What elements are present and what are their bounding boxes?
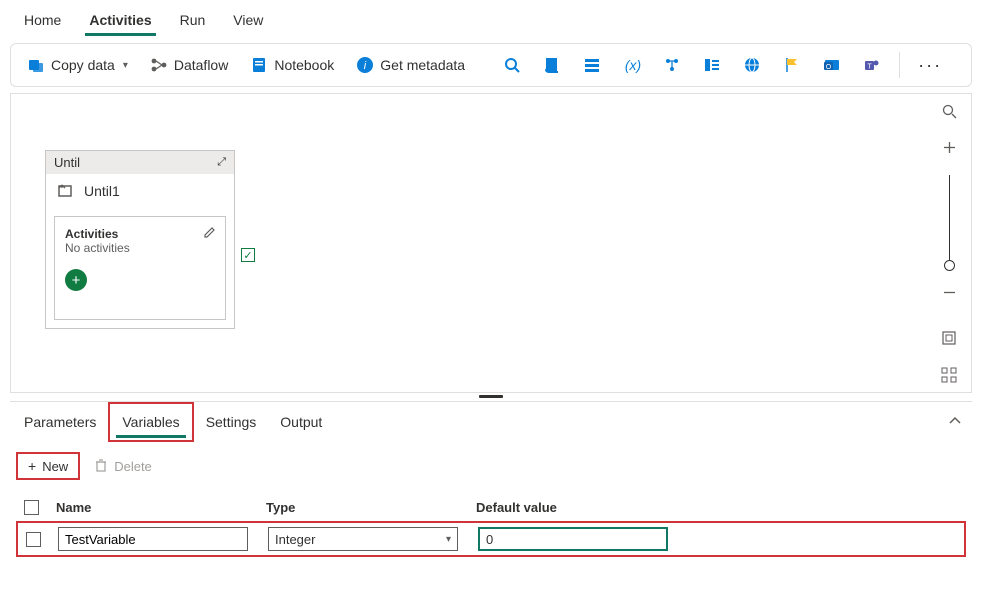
flag-icon-button[interactable] — [775, 52, 809, 78]
chevron-down-icon: ▾ — [446, 534, 451, 545]
add-activity-button[interactable]: + — [65, 269, 87, 291]
outlook-icon: O — [823, 56, 841, 74]
variable-table: Name Type Default value Integer ▾ 0 — [10, 494, 972, 557]
delete-variable-button[interactable]: Delete — [94, 458, 152, 475]
ribbon: Copy data ▾ Dataflow Notebook i Get meta… — [10, 43, 972, 87]
variable-row: Integer ▾ 0 — [18, 527, 964, 551]
svg-text:(x): (x) — [625, 57, 641, 73]
outlook-icon-button[interactable]: O — [815, 52, 849, 78]
more-button[interactable]: ··· — [910, 55, 950, 76]
filter-icon-button[interactable] — [695, 52, 729, 78]
notebook-button[interactable]: Notebook — [242, 52, 342, 78]
get-metadata-button[interactable]: i Get metadata — [348, 52, 473, 78]
top-tabs: Home Activities Run View — [0, 0, 982, 37]
tab-home[interactable]: Home — [10, 6, 75, 36]
delete-label: Delete — [114, 459, 152, 474]
copy-data-button[interactable]: Copy data ▾ — [19, 52, 136, 78]
tab-activities[interactable]: Activities — [75, 6, 165, 36]
select-all-checkbox[interactable] — [24, 500, 39, 515]
canvas-search-button[interactable] — [935, 98, 963, 124]
until-loop-icon — [56, 182, 74, 200]
flag-icon — [783, 56, 801, 74]
until-card-header: Until ⤢ — [46, 151, 234, 174]
copy-data-icon — [27, 56, 45, 74]
tab-variables[interactable]: Variables — [108, 402, 193, 442]
panel-splitter[interactable] — [10, 393, 972, 401]
lower-panel: Parameters Variables Settings Output + N… — [10, 401, 972, 557]
header-name: Name — [56, 500, 266, 515]
new-label: New — [42, 459, 68, 474]
chevron-down-icon: ▾ — [123, 60, 128, 71]
header-type: Type — [266, 500, 476, 515]
svg-text:O: O — [826, 64, 832, 71]
tab-parameters[interactable]: Parameters — [12, 404, 108, 440]
list-filter-icon — [703, 56, 721, 74]
teams-icon: T — [863, 56, 881, 74]
script-icon-button[interactable] — [535, 52, 569, 78]
zoom-out-button[interactable] — [935, 279, 963, 305]
canvas[interactable]: Until ⤢ Until1 Activities No activities … — [10, 93, 972, 393]
notebook-label: Notebook — [274, 57, 334, 73]
grid-icon — [583, 56, 601, 74]
variable-default-value: 0 — [486, 532, 493, 547]
dataflow-button[interactable]: Dataflow — [142, 52, 236, 78]
copy-data-label: Copy data — [51, 57, 115, 73]
row-checkbox[interactable] — [26, 532, 41, 547]
web-icon-button[interactable] — [735, 52, 769, 78]
variable-icon-button[interactable]: (x) — [615, 52, 649, 78]
pipeline-icon-button[interactable] — [655, 52, 689, 78]
teams-icon-button[interactable]: T — [855, 52, 889, 78]
globe-icon — [743, 56, 761, 74]
until-activity-card[interactable]: Until ⤢ Until1 Activities No activities … — [45, 150, 235, 329]
variable-icon: (x) — [623, 56, 641, 74]
dataflow-icon — [150, 56, 168, 74]
tab-settings[interactable]: Settings — [194, 404, 269, 440]
pipeline-icon — [663, 56, 681, 74]
header-default: Default value — [476, 500, 686, 515]
dataflow-label: Dataflow — [174, 57, 228, 73]
tab-output[interactable]: Output — [268, 404, 334, 440]
ribbon-separator — [899, 52, 900, 78]
canvas-side-rail — [931, 98, 967, 388]
variable-default-input[interactable]: 0 — [478, 527, 668, 551]
script-icon — [543, 56, 561, 74]
until-title-row: Until1 — [46, 174, 234, 208]
pencil-icon[interactable] — [203, 225, 217, 242]
zoom-slider[interactable] — [949, 175, 950, 265]
stored-proc-icon-button[interactable] — [575, 52, 609, 78]
zoom-slider-thumb[interactable] — [944, 260, 955, 271]
new-variable-button[interactable]: + New — [16, 452, 80, 480]
auto-align-button[interactable] — [935, 362, 963, 388]
notebook-icon — [250, 56, 268, 74]
variable-type-value: Integer — [275, 532, 315, 547]
trash-icon — [94, 458, 108, 475]
zoom-in-button[interactable] — [935, 134, 963, 160]
info-icon: i — [356, 56, 374, 74]
tab-run[interactable]: Run — [166, 6, 220, 36]
no-activities-label: No activities — [65, 241, 215, 255]
variable-table-header: Name Type Default value — [16, 494, 966, 521]
lookup-icon-button[interactable] — [495, 52, 529, 78]
variable-name-input[interactable] — [58, 527, 248, 551]
activities-label: Activities — [65, 227, 215, 241]
fit-to-screen-button[interactable] — [935, 325, 963, 351]
collapse-icon[interactable]: ⤢ — [217, 156, 226, 169]
activities-box: Activities No activities + — [54, 216, 226, 320]
until-title-label: Until1 — [84, 183, 120, 199]
collapse-panel-button[interactable] — [940, 408, 970, 437]
variable-type-select[interactable]: Integer ▾ — [268, 527, 458, 551]
tab-view[interactable]: View — [219, 6, 277, 36]
ribbon-wrap: Copy data ▾ Dataflow Notebook i Get meta… — [0, 37, 982, 93]
plus-icon: + — [28, 458, 36, 474]
svg-text:T: T — [867, 64, 872, 71]
until-header-label: Until — [54, 155, 80, 170]
lower-tabs: Parameters Variables Settings Output — [12, 402, 334, 442]
search-icon — [503, 56, 521, 74]
variable-toolbar: + New Delete — [10, 442, 972, 494]
success-check-icon: ✓ — [241, 248, 255, 262]
get-metadata-label: Get metadata — [380, 57, 465, 73]
variable-row-highlight: Integer ▾ 0 — [16, 521, 966, 557]
